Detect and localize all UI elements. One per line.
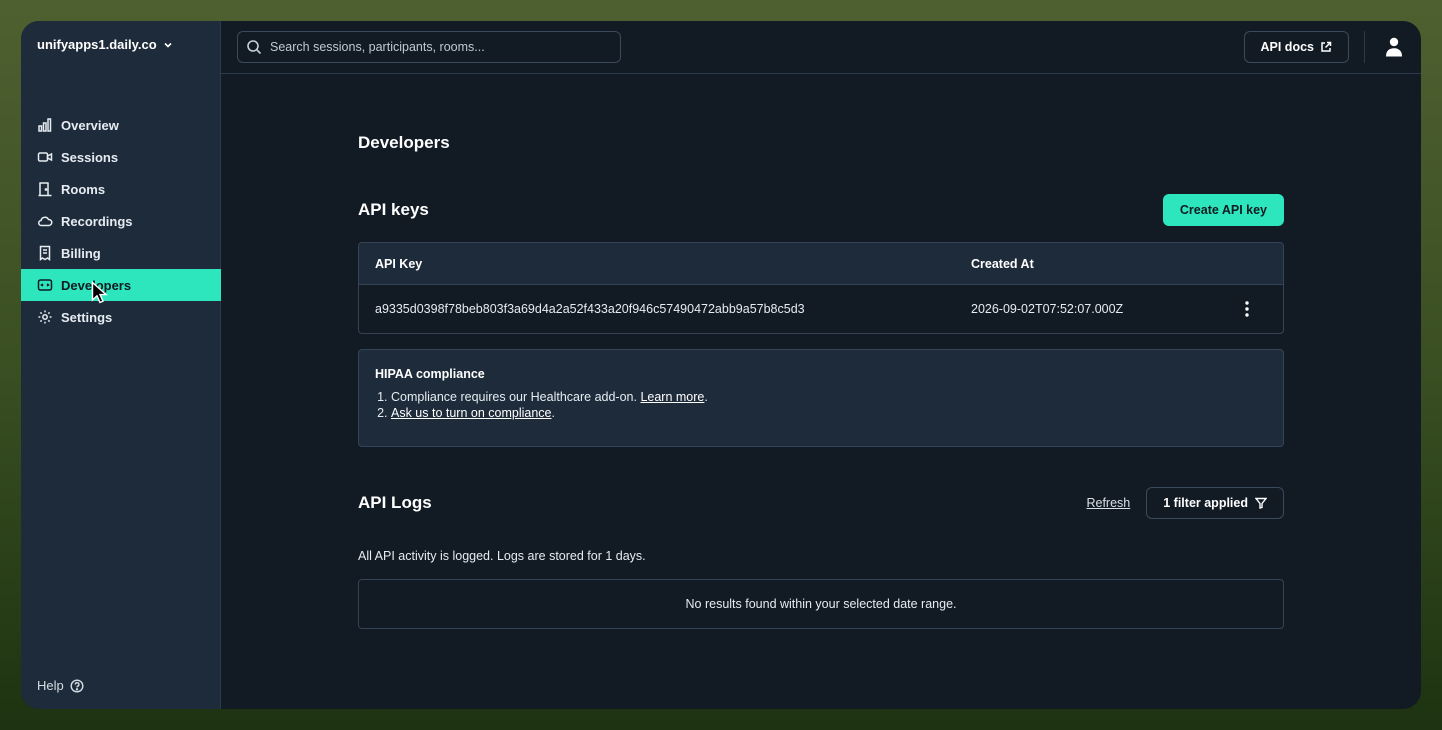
- sidebar-item-label: Overview: [61, 117, 119, 133]
- hipaa-step-2: Ask us to turn on compliance.: [391, 405, 1267, 421]
- sidebar-item-recordings[interactable]: Recordings: [21, 205, 221, 237]
- user-avatar-icon[interactable]: [1385, 37, 1403, 57]
- video-camera-icon: [37, 152, 53, 162]
- app-window: unifyapps1.daily.co Overview Sessions Ro…: [21, 21, 1421, 709]
- turn-on-compliance-link[interactable]: Ask us to turn on compliance: [391, 406, 552, 420]
- sidebar-item-label: Sessions: [61, 149, 119, 165]
- sidebar-item-developers[interactable]: Developers: [21, 269, 221, 301]
- top-bar: API docs: [221, 21, 1421, 74]
- filter-button[interactable]: 1 filter applied: [1146, 487, 1284, 519]
- search-box[interactable]: [237, 31, 621, 63]
- filter-label: 1 filter applied: [1163, 496, 1248, 510]
- cloud-icon: [38, 216, 53, 227]
- sidebar-item-label: Settings: [61, 309, 113, 325]
- hipaa-title: HIPAA compliance: [375, 367, 485, 381]
- api-keys-table: API Key Created At a9335d0398f78beb803f3…: [358, 242, 1284, 334]
- sidebar-item-label: Rooms: [61, 181, 106, 197]
- code-box-icon: [37, 279, 53, 291]
- sidebar: unifyapps1.daily.co Overview Sessions Ro…: [21, 21, 221, 709]
- table-row: a9335d0398f78beb803f3a69d4a2a52f433a20f9…: [359, 285, 1283, 333]
- gear-icon: [38, 310, 52, 324]
- sidebar-item-overview[interactable]: Overview: [21, 109, 221, 141]
- column-header-created-at: Created At: [971, 256, 1034, 271]
- api-logs-header: API Logs Refresh 1 filter applied: [358, 487, 1284, 519]
- search-icon: [247, 40, 262, 55]
- topbar-divider: [1364, 31, 1365, 63]
- api-logs-empty-state: No results found within your selected da…: [358, 579, 1284, 629]
- page-title: Developers: [358, 133, 450, 152]
- sidebar-item-sessions[interactable]: Sessions: [21, 141, 221, 173]
- sidebar-item-label: Billing: [61, 245, 101, 261]
- domain-label: unifyapps1.daily.co: [37, 37, 157, 52]
- chevron-down-icon: [164, 42, 172, 48]
- api-docs-button[interactable]: API docs: [1243, 31, 1349, 63]
- filter-icon: [1255, 497, 1267, 509]
- main-area: API docs Developers API keys Create API …: [221, 21, 1421, 709]
- sidebar-item-label: Recordings: [61, 213, 133, 229]
- door-icon: [38, 182, 52, 197]
- api-logs-title: API Logs: [358, 493, 432, 512]
- help-label: Help: [37, 678, 64, 693]
- more-vertical-icon: [1245, 301, 1249, 317]
- created-at-value: 2026-09-02T07:52:07.000Z: [971, 302, 1124, 316]
- sidebar-item-rooms[interactable]: Rooms: [21, 173, 221, 205]
- hipaa-steps: Compliance requires our Healthcare add-o…: [375, 389, 1267, 421]
- api-keys-header: API keys Create API key: [358, 194, 1284, 226]
- table-header: API Key Created At: [359, 243, 1283, 285]
- hipaa-step-1: Compliance requires our Healthcare add-o…: [391, 389, 1267, 405]
- row-actions-button[interactable]: [1211, 301, 1283, 317]
- help-link[interactable]: Help: [37, 678, 84, 693]
- refresh-link[interactable]: Refresh: [1086, 496, 1130, 510]
- api-logs-description: All API activity is logged. Logs are sto…: [358, 549, 646, 563]
- domain-switcher[interactable]: unifyapps1.daily.co: [37, 37, 173, 52]
- search-input[interactable]: [270, 40, 600, 54]
- sidebar-item-settings[interactable]: Settings: [21, 301, 221, 333]
- hipaa-step-1-text: Compliance requires our Healthcare add-o…: [391, 390, 637, 404]
- learn-more-link[interactable]: Learn more: [640, 390, 704, 404]
- sidebar-nav: Overview Sessions Rooms Recordings Billi…: [21, 109, 221, 333]
- api-docs-label: API docs: [1260, 40, 1315, 54]
- api-keys-title: API keys: [358, 200, 429, 219]
- hipaa-compliance-panel: HIPAA compliance Compliance requires our…: [358, 349, 1284, 447]
- sidebar-item-label: Developers: [61, 277, 132, 293]
- receipt-icon: [39, 245, 51, 261]
- api-logs-actions: Refresh 1 filter applied: [1086, 487, 1284, 519]
- empty-state-text: No results found within your selected da…: [685, 597, 957, 611]
- create-api-key-button[interactable]: Create API key: [1162, 194, 1284, 226]
- sidebar-item-billing[interactable]: Billing: [21, 237, 221, 269]
- api-key-value: a9335d0398f78beb803f3a69d4a2a52f433a20f9…: [375, 302, 805, 316]
- bar-chart-icon: [38, 118, 52, 132]
- column-header-api-key: API Key: [375, 256, 423, 271]
- external-link-icon: [1321, 41, 1332, 52]
- question-circle-icon: [70, 678, 84, 693]
